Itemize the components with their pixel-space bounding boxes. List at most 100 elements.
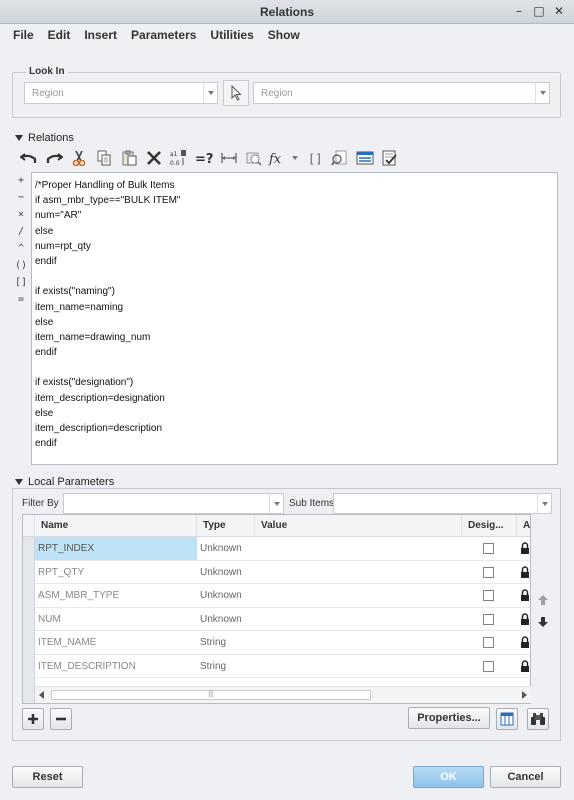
designate-checkbox[interactable] bbox=[483, 590, 494, 601]
param-type-cell[interactable]: Unknown bbox=[197, 584, 255, 607]
add-parameter-button[interactable] bbox=[22, 708, 44, 730]
insert-function-button[interactable]: fx bbox=[266, 147, 288, 169]
filter-by-label: Filter By bbox=[22, 498, 59, 509]
param-type-cell[interactable]: String bbox=[197, 655, 255, 678]
table-row[interactable]: RPT_QTY Unknown bbox=[35, 561, 530, 584]
insert-brackets-button[interactable]: [] bbox=[302, 147, 327, 169]
scissors-icon bbox=[72, 150, 85, 166]
sort-relations-button[interactable]: a1 0.0 bbox=[166, 147, 191, 169]
table-columns-button[interactable] bbox=[496, 708, 518, 730]
move-down-arrow-icon[interactable] bbox=[537, 616, 549, 628]
maximize-icon[interactable]: □ bbox=[532, 4, 546, 18]
param-name-cell[interactable]: ITEM_NAME bbox=[35, 631, 197, 654]
function-fx-icon: fx bbox=[268, 152, 282, 166]
column-header-value[interactable]: Value bbox=[255, 515, 462, 537]
minimize-icon[interactable]: – bbox=[512, 4, 526, 18]
operator-plus[interactable]: + bbox=[14, 175, 28, 192]
scroll-right-button[interactable] bbox=[517, 687, 531, 703]
find-button[interactable] bbox=[527, 708, 549, 730]
param-name-cell[interactable]: NUM bbox=[35, 608, 197, 631]
param-value-cell[interactable] bbox=[255, 655, 462, 678]
filter-by-select[interactable] bbox=[63, 493, 284, 514]
operator-brackets[interactable]: [] bbox=[14, 277, 28, 294]
close-icon[interactable]: ✕ bbox=[552, 4, 566, 18]
remove-parameter-button[interactable] bbox=[50, 708, 72, 730]
relation-line bbox=[35, 269, 554, 284]
properties-button[interactable]: Properties... bbox=[408, 707, 490, 729]
relations-editor[interactable]: /*Proper Handling of Bulk Items if asm_m… bbox=[31, 172, 558, 465]
column-header-type[interactable]: Type bbox=[197, 515, 255, 537]
search-parameters-button[interactable] bbox=[327, 147, 352, 169]
designate-checkbox[interactable] bbox=[483, 660, 494, 672]
param-value-cell[interactable] bbox=[255, 608, 462, 631]
param-name-cell[interactable]: RPT_INDEX bbox=[35, 537, 197, 560]
param-value-cell[interactable] bbox=[255, 537, 462, 560]
delete-button[interactable] bbox=[141, 147, 166, 169]
paste-button[interactable] bbox=[116, 147, 141, 169]
menu-insert[interactable]: Insert bbox=[77, 28, 124, 42]
relations-section-header[interactable]: Relations bbox=[15, 132, 74, 144]
param-type-cell[interactable]: Unknown bbox=[197, 537, 255, 560]
param-name-cell[interactable]: ITEM_DESCRIPTION bbox=[35, 655, 197, 678]
menu-parameters[interactable]: Parameters bbox=[124, 28, 203, 42]
redo-button[interactable] bbox=[41, 147, 66, 169]
move-up-arrow-icon[interactable] bbox=[537, 594, 549, 606]
operator-divide[interactable]: / bbox=[14, 226, 28, 243]
table-row[interactable]: ASM_MBR_TYPE Unknown bbox=[35, 584, 530, 608]
scroll-left-button[interactable] bbox=[35, 687, 49, 703]
designate-checkbox[interactable] bbox=[483, 613, 494, 625]
evaluate-button[interactable]: =? bbox=[191, 147, 216, 169]
param-name-cell[interactable]: RPT_QTY bbox=[35, 561, 197, 584]
look-in-item-select[interactable]: Region bbox=[253, 82, 550, 104]
horizontal-scrollbar[interactable]: ||| bbox=[35, 686, 531, 703]
designate-checkbox[interactable] bbox=[483, 566, 494, 578]
param-name-cell[interactable]: ASM_MBR_TYPE bbox=[35, 584, 197, 607]
sub-items-select[interactable] bbox=[333, 493, 552, 514]
column-header-access[interactable]: A bbox=[517, 515, 530, 537]
operator-minus[interactable]: − bbox=[14, 192, 28, 209]
column-header-designate[interactable]: Desig... bbox=[462, 515, 517, 537]
menu-show[interactable]: Show bbox=[261, 28, 307, 42]
designate-checkbox[interactable] bbox=[483, 543, 494, 554]
verify-relations-button[interactable] bbox=[377, 147, 402, 169]
chevron-right-icon bbox=[522, 691, 527, 699]
ok-button[interactable]: OK bbox=[413, 766, 484, 788]
param-type-cell[interactable]: Unknown bbox=[197, 608, 255, 631]
menu-file[interactable]: File bbox=[6, 28, 41, 42]
relation-line: item_description=description bbox=[35, 423, 163, 434]
operator-parentheses[interactable]: () bbox=[14, 260, 28, 277]
designate-checkbox[interactable] bbox=[483, 637, 494, 648]
reset-button[interactable]: Reset bbox=[12, 766, 83, 788]
select-pointer-button[interactable] bbox=[223, 80, 249, 106]
copy-button[interactable] bbox=[91, 147, 116, 169]
look-in-type-select[interactable]: Region bbox=[24, 82, 218, 104]
insert-dimension-button[interactable] bbox=[216, 147, 241, 169]
undo-button[interactable] bbox=[16, 147, 41, 169]
operator-power[interactable]: ^ bbox=[14, 243, 28, 260]
operator-equals[interactable]: = bbox=[14, 294, 28, 311]
parameter-list-button[interactable] bbox=[352, 147, 377, 169]
cut-button[interactable] bbox=[66, 147, 91, 169]
relation-line: item_name=naming bbox=[35, 301, 124, 313]
scroll-thumb[interactable]: ||| bbox=[51, 690, 371, 700]
param-value-cell[interactable] bbox=[255, 561, 462, 584]
expand-triangle-icon bbox=[15, 479, 23, 485]
menu-edit[interactable]: Edit bbox=[41, 28, 78, 42]
param-value-cell[interactable] bbox=[255, 584, 462, 607]
table-row[interactable]: ITEM_NAME String bbox=[35, 631, 530, 655]
operator-multiply[interactable]: × bbox=[14, 209, 28, 226]
param-value-cell[interactable] bbox=[255, 631, 462, 654]
param-type-cell[interactable]: Unknown bbox=[197, 561, 255, 584]
table-row[interactable]: ITEM_DESCRIPTION String bbox=[35, 655, 530, 678]
param-type-cell[interactable]: String bbox=[197, 631, 255, 654]
local-parameters-section-header[interactable]: Local Parameters bbox=[15, 476, 114, 488]
menu-utilities[interactable]: Utilities bbox=[203, 28, 260, 42]
column-header-name[interactable]: Name bbox=[35, 515, 197, 537]
table-row[interactable]: RPT_INDEX Unknown bbox=[35, 537, 530, 561]
relation-line: /*Proper Handling of Bulk Items bbox=[35, 180, 175, 191]
table-row[interactable]: NUM Unknown bbox=[35, 608, 530, 631]
function-dropdown-button[interactable] bbox=[288, 147, 302, 169]
cancel-button[interactable]: Cancel bbox=[490, 766, 561, 788]
display-dimensions-button[interactable] bbox=[241, 147, 266, 169]
svg-text:a1: a1 bbox=[170, 151, 178, 158]
